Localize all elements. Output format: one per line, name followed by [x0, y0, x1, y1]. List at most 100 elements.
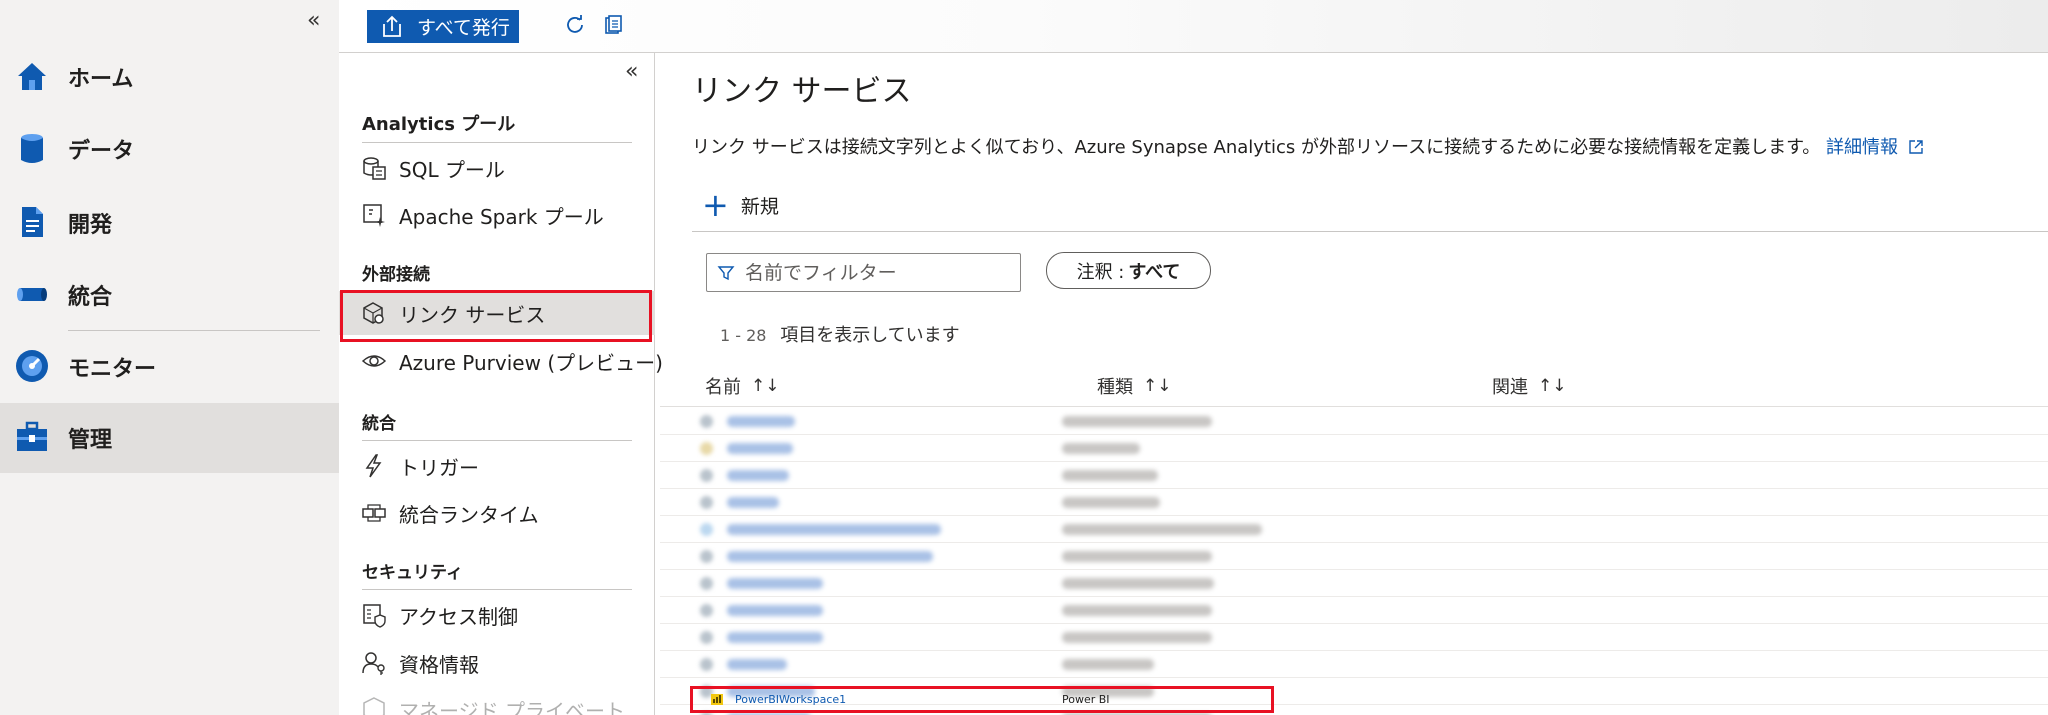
redacted-name — [727, 605, 823, 616]
linked-service-type: Power BI — [1062, 693, 1110, 706]
redacted-type — [1062, 578, 1214, 589]
refresh-icon[interactable] — [564, 14, 586, 36]
column-header-label: 関連 — [1492, 377, 1528, 398]
table-row-redacted[interactable] — [660, 435, 2048, 462]
nav-item-label: 管理 — [68, 428, 113, 453]
home-icon — [18, 63, 46, 90]
nav-item-manage[interactable]: 管理 — [0, 403, 339, 473]
toolbar-divider — [692, 231, 2048, 232]
sort-icon: ↑↓ — [1143, 376, 1172, 396]
redacted-type — [1062, 605, 1212, 616]
annotation-filter-pill[interactable]: 注釈 : すべて — [1046, 252, 1211, 289]
table-row-redacted[interactable] — [660, 462, 2048, 489]
item-count-range: 1 - 28 — [720, 326, 767, 345]
column-header-label: 名前 — [705, 377, 741, 398]
menu-item-sql-pools[interactable]: SQL プール — [339, 146, 655, 190]
filter-icon — [717, 265, 735, 280]
menu-item-azure-purview[interactable]: Azure Purview (プレビュー) — [339, 339, 663, 383]
redacted-name — [727, 470, 789, 481]
eye-icon — [361, 355, 387, 367]
pipeline-icon — [17, 288, 47, 301]
plus-icon: + — [702, 186, 729, 224]
access-control-icon — [363, 604, 386, 628]
sql-pool-icon — [363, 157, 386, 180]
column-header-type[interactable]: 種類 ↑↓ — [1097, 373, 1172, 399]
filter-by-name[interactable] — [706, 253, 1021, 292]
private-endpoint-icon — [363, 697, 385, 715]
runtime-icon — [362, 504, 386, 522]
item-count-text: 項目を表示しています — [780, 325, 960, 346]
row-icon — [700, 523, 713, 536]
nav-item-data[interactable]: データ — [0, 114, 339, 184]
table-row-powerbi-workspace[interactable]: PowerBIWorkspace1 Power BI — [690, 686, 1274, 713]
table-row-redacted[interactable] — [660, 597, 2048, 624]
redacted-type — [1062, 524, 1262, 535]
column-header-name[interactable]: 名前 ↑↓ — [705, 373, 780, 399]
linked-services-page: リンク サービス リンク サービスは接続文字列とよく似ており、Azure Syn… — [655, 53, 2048, 715]
learn-more-link[interactable]: 詳細情報 — [1826, 137, 1924, 158]
highlight-linked-services — [340, 290, 652, 342]
table-header-divider — [660, 406, 2048, 407]
publish-all-button[interactable]: すべて発行 — [367, 10, 519, 43]
new-label: 新規 — [740, 195, 779, 218]
table-row-redacted[interactable] — [660, 516, 2048, 543]
table-row-redacted[interactable] — [660, 408, 2048, 435]
section-divider — [362, 142, 632, 143]
external-link-icon — [1909, 140, 1923, 154]
publish-all-label: すべて発行 — [417, 17, 510, 39]
spark-pool-icon — [363, 204, 385, 227]
nav-item-integrate[interactable]: 統合 — [0, 260, 339, 330]
menu-item-credentials[interactable]: 資格情報 — [339, 641, 655, 685]
redacted-name — [727, 497, 779, 508]
menu-item-triggers[interactable]: トリガー — [339, 444, 655, 488]
nav-item-home[interactable]: ホーム — [0, 42, 339, 112]
menu-item-spark-pools[interactable]: Apache Spark プール — [339, 193, 655, 237]
annotation-label: 注釈 : — [1076, 261, 1125, 283]
table-row-redacted[interactable] — [660, 543, 2048, 570]
redacted-name — [727, 524, 941, 535]
table-row-redacted[interactable] — [660, 624, 2048, 651]
menu-item-label: マネージド プライベート — [399, 698, 625, 715]
page-description: リンク サービスは接続文字列とよく似ており、Azure Synapse Anal… — [692, 133, 1924, 159]
table-row-redacted[interactable] — [660, 489, 2048, 516]
collapse-nav-button[interactable]: « — [307, 8, 320, 33]
left-navigation: « ホーム データ 開発 統合 モニター 管理 — [0, 0, 339, 715]
row-icon — [700, 631, 713, 644]
row-icon — [700, 442, 713, 455]
redacted-name — [727, 632, 823, 643]
sort-icon: ↑↓ — [1538, 376, 1567, 396]
redacted-name — [727, 578, 823, 589]
column-header-related[interactable]: 関連 ↑↓ — [1492, 373, 1567, 399]
redacted-name — [727, 659, 787, 670]
menu-item-access-control[interactable]: アクセス制御 — [339, 593, 655, 637]
discard-icon[interactable] — [602, 14, 624, 36]
nav-divider — [68, 330, 320, 331]
redacted-type — [1062, 416, 1212, 427]
database-icon — [21, 134, 43, 163]
menu-item-managed-private-endpoints[interactable]: マネージド プライベート — [339, 687, 655, 715]
nav-item-label: ホーム — [68, 67, 134, 92]
redacted-name — [727, 416, 795, 427]
table-row-redacted[interactable] — [660, 651, 2048, 678]
new-button[interactable]: + 新規 — [702, 189, 779, 221]
menu-item-integration-runtimes[interactable]: 統合ランタイム — [339, 491, 655, 535]
collapse-menu-button[interactable]: « — [625, 59, 638, 84]
section-divider — [362, 589, 632, 590]
nav-item-monitor[interactable]: モニター — [0, 332, 339, 402]
section-heading-integration: 統合 — [362, 414, 396, 434]
redacted-type — [1062, 497, 1160, 508]
row-icon — [700, 469, 713, 482]
nav-item-label: データ — [68, 139, 135, 164]
filter-input[interactable] — [745, 261, 1005, 284]
redacted-type — [1062, 632, 1212, 643]
column-header-label: 種類 — [1097, 377, 1133, 398]
publish-icon — [383, 15, 401, 37]
description-text: リンク サービスは接続文字列とよく似ており、Azure Synapse Anal… — [692, 137, 1821, 158]
menu-item-label: アクセス制御 — [399, 604, 518, 629]
nav-item-develop[interactable]: 開発 — [0, 188, 339, 258]
table-row-redacted[interactable] — [660, 570, 2048, 597]
redacted-type — [1062, 470, 1158, 481]
row-icon — [700, 577, 713, 590]
linked-service-name[interactable]: PowerBIWorkspace1 — [735, 693, 846, 706]
document-icon — [22, 207, 43, 237]
